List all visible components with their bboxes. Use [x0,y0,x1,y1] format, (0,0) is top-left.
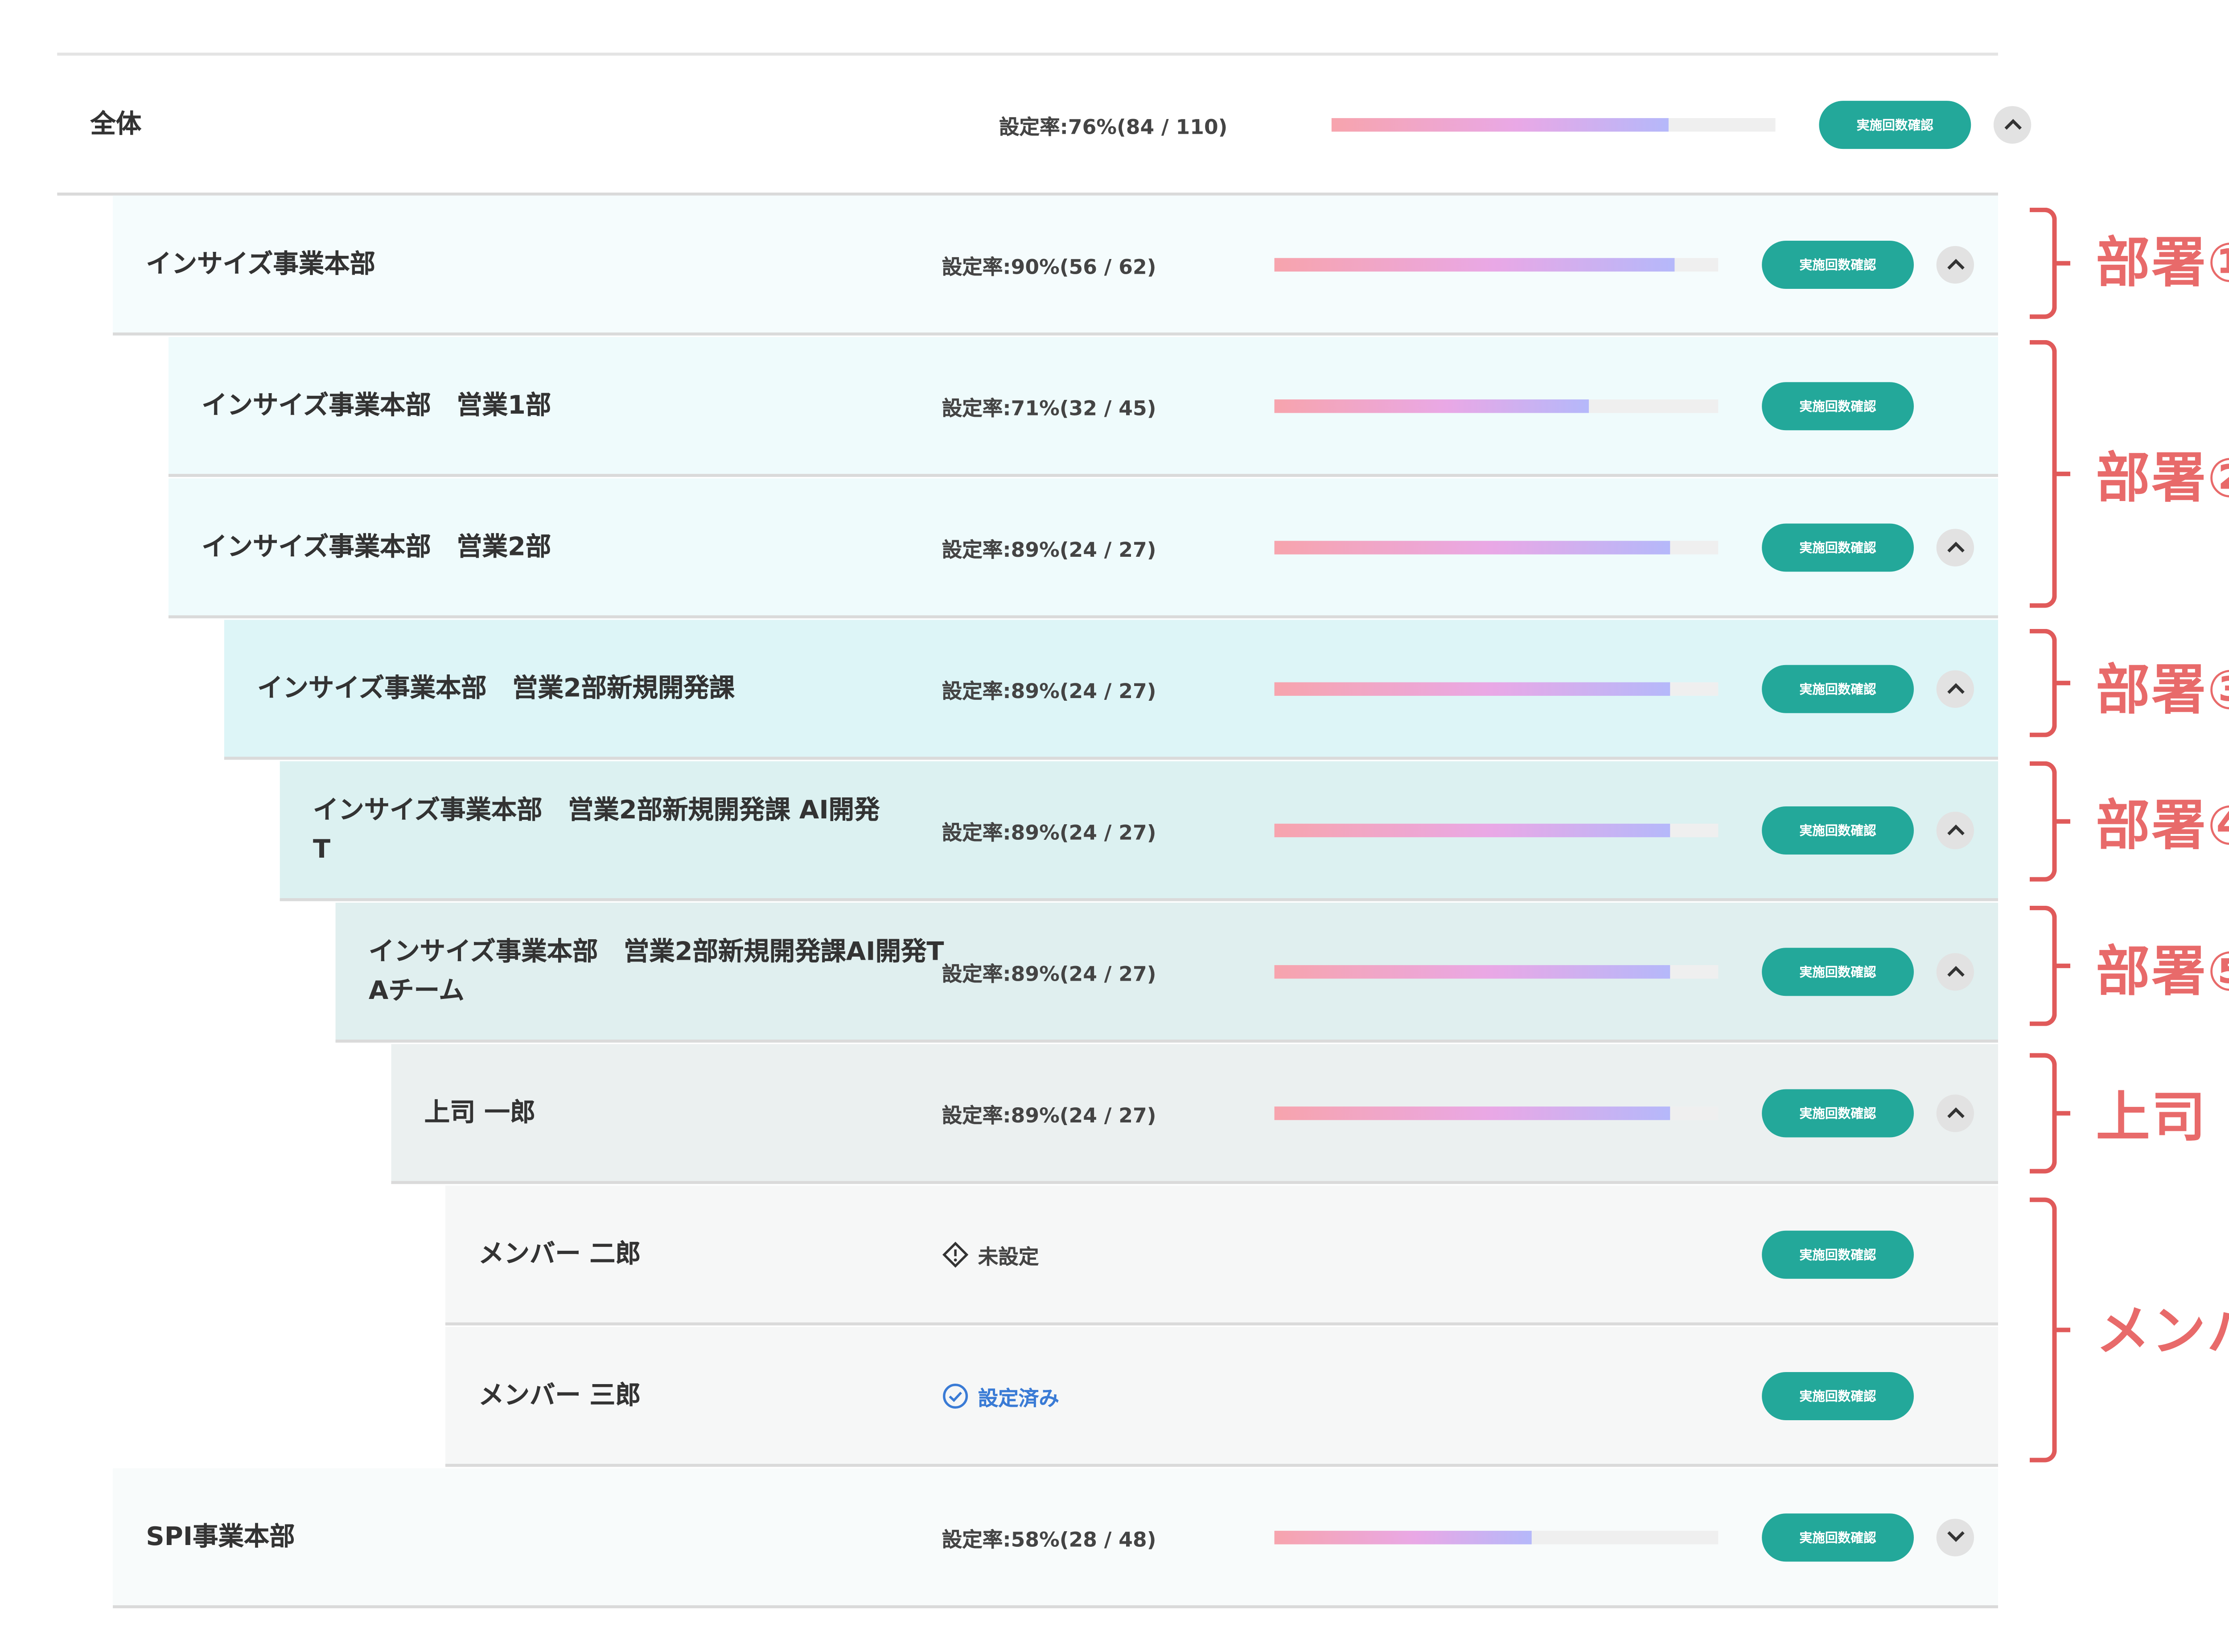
bracket [2029,1197,2057,1463]
org-name: 上司 一郎 [424,1097,536,1128]
setting-rate: 設定率:71%(32 / 45) [942,396,1156,421]
progress-fill [1274,823,1670,837]
setting-rate: 設定率:89%(24 / 27) [942,679,1156,703]
check-count-button[interactable]: 実施回数確認 [1762,664,1914,713]
progress-bar [1274,540,1719,554]
progress-bar [1274,1530,1719,1544]
member-row: メンバー 三郎 設定済み 実施回数確認 [445,1327,1998,1467]
setting-rate: 設定率:89%(24 / 27) [942,821,1156,845]
org-name: インサイズ事業本部 営業2部新規開発課 [257,673,735,703]
org-name: SPI事業本部 [146,1521,295,1552]
bracket [2029,629,2057,737]
annotation-label: 部署③ [2096,660,2229,722]
warning-diamond-icon [942,1241,969,1267]
progress-bar [1274,964,1719,978]
chevron-up-icon[interactable] [1936,952,1974,990]
org-row-ai-dev: インサイズ事業本部 営業2部新規開発課 AI開発T 設定率:89%(24 / 2… [280,761,1998,901]
check-count-button[interactable]: 実施回数確認 [1762,240,1914,288]
progress-bar [1274,257,1719,271]
org-row-sales1: インサイズ事業本部 営業1部 設定率:71%(32 / 45) 実施回数確認 [169,337,1998,477]
progress-fill [1274,399,1590,412]
chevron-up-icon[interactable] [1936,669,1974,707]
bracket [2029,207,2057,319]
annotation-label: 上司 [2096,1088,2208,1150]
status-done: 設定済み [942,1381,1059,1411]
progress-bar [1274,823,1719,837]
progress-bar [1274,681,1719,695]
org-row-all: 全体 設定率:76%(84 / 110) 実施回数確認 [57,55,2032,196]
progress-bar [1331,117,1776,131]
org-name: インサイズ事業本部 営業2部新規開発課 AI開発T [313,795,880,864]
org-row-sales2: インサイズ事業本部 営業2部 設定率:89%(24 / 27) 実施回数確認 [169,478,1998,619]
bracket [2029,1053,2057,1174]
org-name: インサイズ事業本部 営業1部 [202,390,551,421]
annotation-label: 部署② [2096,448,2229,510]
chevron-up-icon[interactable] [1993,105,2032,143]
bracket [2029,340,2057,608]
chevron-up-icon[interactable] [1936,245,1974,283]
progress-fill [1274,257,1674,271]
status-label: 設定済み [978,1386,1059,1411]
org-name: インサイズ事業本部 [146,249,376,279]
status-unset: 未設定 [942,1239,1039,1269]
setting-rate: 設定率:89%(24 / 27) [942,538,1156,562]
check-count-button[interactable]: 実施回数確認 [1762,947,1914,995]
check-count-button[interactable]: 実施回数確認 [1762,1512,1914,1561]
check-count-button[interactable]: 実施回数確認 [1819,100,1971,148]
progress-bar [1274,1105,1719,1119]
org-row-manager: 上司 一郎 設定率:89%(24 / 27) 実施回数確認 [391,1044,1998,1184]
org-row-division: インサイズ事業本部 設定率:90%(56 / 62) 実施回数確認 [113,195,1998,336]
chevron-up-icon[interactable] [1936,811,1974,849]
org-name: インサイズ事業本部 営業2部新規開発課AI開発T Aチーム [368,936,944,1006]
progress-fill [1331,117,1669,131]
setting-rate: 設定率:76%(84 / 110) [999,115,1228,140]
setting-rate: 設定率:89%(24 / 27) [942,962,1156,986]
status-label: 未設定 [978,1245,1039,1269]
check-count-button[interactable]: 実施回数確認 [1762,522,1914,571]
progress-fill [1274,1105,1670,1119]
bracket [2029,761,2057,882]
org-settings-panel: 全体 設定率:76%(84 / 110) 実施回数確認 インサイズ事業本部 設定… [0,0,2229,1652]
progress-bar [1274,399,1719,412]
annotation-label: 部署① [2096,233,2229,295]
chevron-up-icon[interactable] [1936,528,1974,566]
chevron-up-icon[interactable] [1936,1093,1974,1131]
setting-rate: 設定率:90%(56 / 62) [942,255,1156,279]
org-name: インサイズ事業本部 営業2部 [202,532,551,562]
annotation-label: 部署④ [2096,796,2229,858]
setting-rate: 設定率:58%(28 / 48) [942,1528,1156,1552]
progress-fill [1274,964,1670,978]
org-name: 全体 [90,109,142,140]
annotation-label: 部署⑤ [2096,941,2229,1004]
org-row-a-team: インサイズ事業本部 営業2部新規開発課AI開発T Aチーム 設定率:89%(24… [335,903,1998,1043]
check-circle-icon [943,1383,968,1408]
bracket [2029,905,2057,1026]
check-count-button[interactable]: 実施回数確認 [1762,1230,1914,1278]
org-row-new-dev: インサイズ事業本部 営業2部新規開発課 設定率:89%(24 / 27) 実施回… [224,620,1998,760]
progress-fill [1274,681,1670,695]
progress-fill [1274,1530,1532,1544]
annotation-label: メンバー [2096,1301,2229,1363]
setting-rate: 設定率:89%(24 / 27) [942,1103,1156,1128]
check-count-button[interactable]: 実施回数確認 [1762,805,1914,854]
check-count-button[interactable]: 実施回数確認 [1762,381,1914,430]
top-divider [57,53,1998,56]
org-row-spi: SPI事業本部 設定率:58%(28 / 48) 実施回数確認 [113,1468,1998,1608]
chevron-down-icon[interactable] [1936,1518,1974,1556]
check-count-button[interactable]: 実施回数確認 [1762,1371,1914,1420]
check-count-button[interactable]: 実施回数確認 [1762,1088,1914,1137]
progress-fill [1274,540,1670,554]
member-row: メンバー 二郎 未設定 実施回数確認 [445,1185,1998,1326]
